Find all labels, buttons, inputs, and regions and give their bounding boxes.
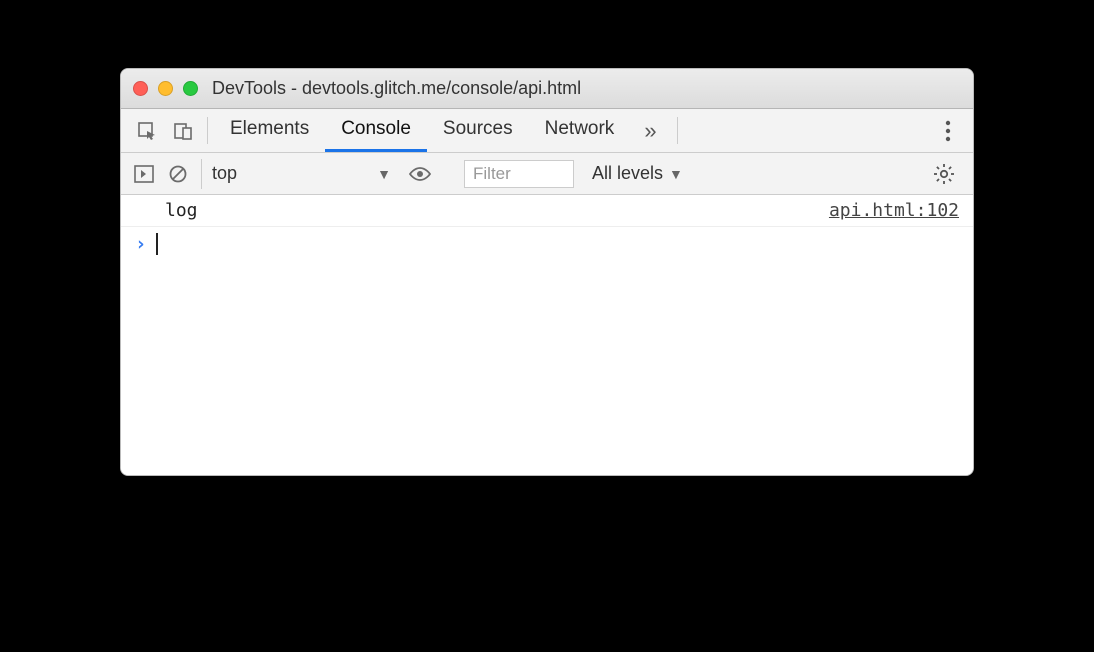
devtools-window: DevTools - devtools.glitch.me/console/ap… <box>120 68 974 476</box>
console-output: log api.html:102 › <box>121 195 973 475</box>
window-title: DevTools - devtools.glitch.me/console/ap… <box>212 78 581 99</box>
chevron-down-icon: ▼ <box>669 166 683 182</box>
toggle-sidebar-icon[interactable] <box>129 159 159 189</box>
panel-tabs: Elements Console Sources Network <box>214 109 630 152</box>
console-toolbar: top ▼ Filter All levels ▼ <box>121 153 973 195</box>
tab-label: Sources <box>443 118 513 140</box>
divider <box>677 117 678 144</box>
tab-label: Console <box>341 118 411 140</box>
gear-icon <box>933 163 955 185</box>
more-tabs-button[interactable]: » <box>630 109 670 152</box>
text-cursor <box>156 233 158 255</box>
console-settings-button[interactable] <box>923 163 965 185</box>
kebab-icon <box>945 120 951 142</box>
chevron-down-icon: ▼ <box>377 166 391 182</box>
window-controls <box>133 81 198 96</box>
clear-console-icon[interactable] <box>163 159 193 189</box>
more-options-button[interactable] <box>931 109 965 152</box>
live-expression-icon[interactable] <box>405 159 435 189</box>
tab-label: Network <box>545 118 615 140</box>
titlebar: DevTools - devtools.glitch.me/console/ap… <box>121 69 973 109</box>
context-label: top <box>212 163 237 184</box>
tab-console[interactable]: Console <box>325 109 427 152</box>
console-log-row[interactable]: log api.html:102 <box>121 195 973 227</box>
levels-label: All levels <box>592 163 663 184</box>
minimize-window-button[interactable] <box>158 81 173 96</box>
log-message: log <box>165 200 198 221</box>
filter-placeholder: Filter <box>473 164 511 184</box>
tab-elements[interactable]: Elements <box>214 109 325 152</box>
close-window-button[interactable] <box>133 81 148 96</box>
divider <box>207 117 208 144</box>
context-selector[interactable]: top ▼ <box>201 159 401 189</box>
inspect-element-icon[interactable] <box>129 109 165 152</box>
filter-input[interactable]: Filter <box>464 160 574 188</box>
tab-sources[interactable]: Sources <box>427 109 529 152</box>
log-levels-selector[interactable]: All levels ▼ <box>586 163 689 184</box>
tab-network[interactable]: Network <box>529 109 631 152</box>
zoom-window-button[interactable] <box>183 81 198 96</box>
chevron-right-icon: » <box>644 118 656 144</box>
tab-label: Elements <box>230 118 309 140</box>
device-toolbar-icon[interactable] <box>165 109 201 152</box>
console-prompt-row[interactable]: › <box>121 227 973 261</box>
main-tabbar: Elements Console Sources Network » <box>121 109 973 153</box>
prompt-chevron-icon: › <box>135 233 146 255</box>
log-source-link[interactable]: api.html:102 <box>829 200 959 221</box>
